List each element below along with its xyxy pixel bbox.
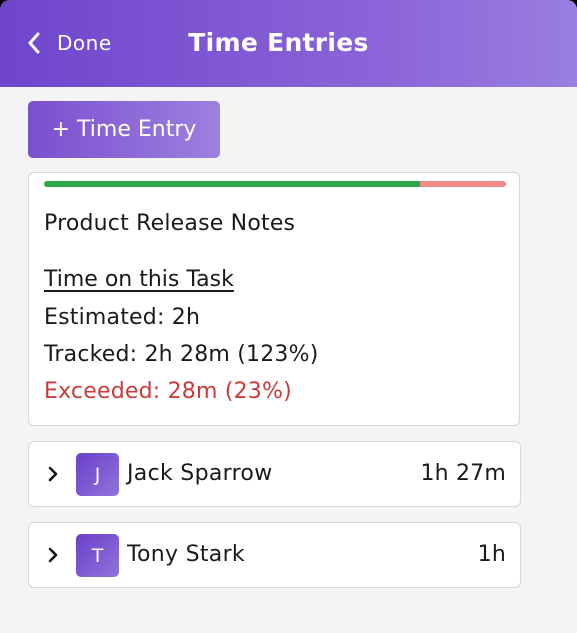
estimated-time: Estimated: 2h bbox=[44, 305, 201, 330]
chevron-right-icon[interactable] bbox=[47, 465, 59, 483]
entry-user-name: Jack Sparrow bbox=[127, 461, 273, 486]
time-section-title: Time on this Task bbox=[44, 267, 234, 292]
avatar: J bbox=[76, 453, 119, 496]
entry-duration: 1h bbox=[477, 542, 506, 567]
add-time-entry-button[interactable]: + Time Entry bbox=[28, 101, 220, 158]
chevron-right-icon[interactable] bbox=[47, 546, 59, 564]
tracked-progress-fill bbox=[44, 181, 420, 187]
time-entry-row[interactable]: J Jack Sparrow 1h 27m bbox=[28, 441, 521, 507]
header-bar: Done Time Entries bbox=[0, 0, 577, 87]
time-progress-bar bbox=[44, 181, 506, 187]
avatar: T bbox=[76, 534, 119, 577]
page-title: Time Entries bbox=[188, 28, 369, 57]
time-entries-window: Done Time Entries + Time Entry Product R… bbox=[0, 0, 577, 633]
entry-user-name: Tony Stark bbox=[127, 542, 245, 567]
task-summary-card: Product Release Notes Time on this Task … bbox=[28, 172, 520, 426]
entry-duration: 1h 27m bbox=[420, 461, 506, 486]
exceeded-time: Exceeded: 28m (23%) bbox=[44, 379, 292, 404]
tracked-time: Tracked: 2h 28m (123%) bbox=[44, 342, 319, 367]
task-name: Product Release Notes bbox=[44, 211, 296, 236]
time-entry-row[interactable]: T Tony Stark 1h bbox=[28, 522, 521, 588]
